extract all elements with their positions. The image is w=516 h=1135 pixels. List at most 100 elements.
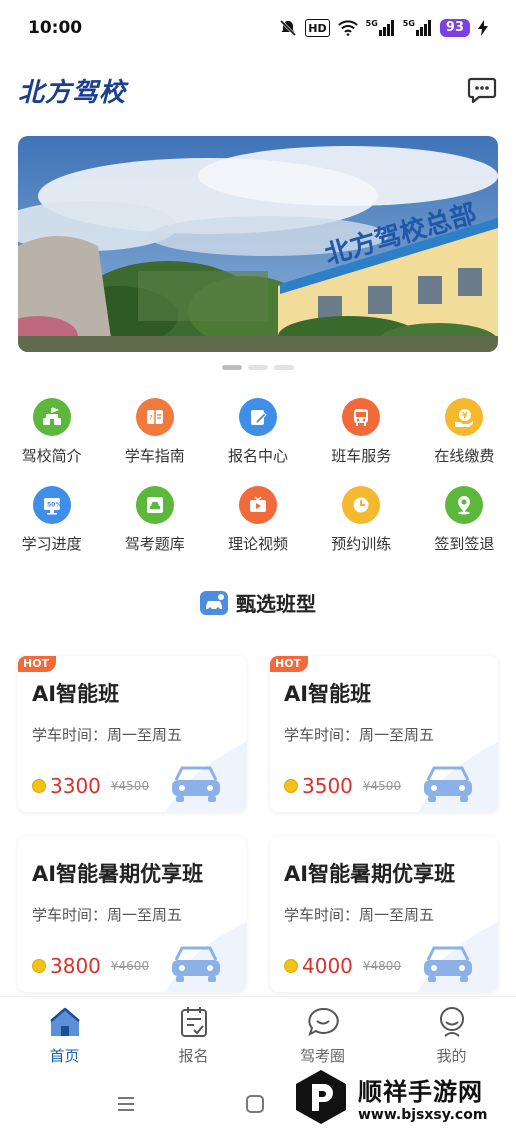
coin-icon (284, 779, 298, 793)
menu-item-book-training[interactable]: 预约训练 (310, 486, 413, 554)
menu-item-shuttle-service[interactable]: 班车服务 (310, 398, 413, 466)
chat-bubble-icon (467, 77, 497, 104)
hd-icon: HD (305, 19, 330, 37)
section-title: 甄选班型 (236, 592, 316, 616)
clipboard-icon (177, 1005, 211, 1039)
course-price: 4000 (302, 954, 353, 978)
svg-text:¥: ¥ (462, 411, 468, 420)
signal-icon-2: 5G (403, 19, 432, 37)
watermark-logo (296, 1070, 346, 1124)
menu-label: 理论视频 (227, 535, 288, 553)
home-nav-icon[interactable] (245, 1094, 265, 1114)
menu-item-signup-center[interactable]: 报名中心 (206, 398, 309, 466)
svg-text:50%: 50% (47, 502, 61, 509)
video-icon (238, 486, 277, 524)
car-icon (166, 922, 246, 992)
tab-label: 我的 (436, 1047, 467, 1065)
course-price: 3800 (50, 954, 101, 978)
car-icon (418, 922, 498, 992)
brand-title: 北方驾校 (18, 77, 127, 108)
profile-icon (435, 1005, 469, 1039)
question-bank-icon (135, 486, 174, 524)
battery-level: 93 (439, 19, 470, 37)
menu-label: 班车服务 (331, 447, 392, 465)
menu-item-online-payment[interactable]: ¥ 在线缴费 (413, 398, 516, 466)
svg-text:?: ? (149, 414, 153, 422)
guide-icon: ? (135, 398, 174, 436)
original-price: ¥4600 (110, 959, 150, 973)
original-price: ¥4800 (362, 959, 402, 973)
status-icons: HD 5G 5G 93 (279, 19, 488, 37)
tab-community[interactable]: 驾考圈 (258, 997, 387, 1068)
original-price: ¥4500 (110, 779, 150, 793)
course-title: AI智能暑期优享班 (284, 862, 456, 886)
payment-icon: ¥ (445, 398, 484, 436)
menu-label: 预约训练 (331, 535, 392, 553)
status-time: 10:00 (28, 18, 83, 38)
app-header: 北方驾校 (0, 66, 516, 114)
menu-item-theory-video[interactable]: 理论视频 (206, 486, 309, 554)
bus-icon (342, 398, 381, 436)
course-card[interactable]: HOT AI智能班 学车时间：周一至周五 3300 ¥4500 (18, 656, 246, 812)
original-price: ¥4500 (362, 779, 402, 793)
coin-icon (32, 959, 46, 973)
feature-grid: 驾校简介 ? 学车指南 报名中心 班车服务 ¥ 在线缴费 50% 学习进度 驾考… (0, 398, 516, 554)
menu-label: 在线缴费 (434, 447, 495, 465)
section-header: 甄选班型 (0, 588, 516, 617)
carousel-indicator (0, 365, 516, 370)
watermark-title: 顺祥手游网 (358, 1077, 483, 1106)
hot-badge: HOT (270, 656, 309, 672)
mute-icon (279, 19, 297, 37)
tab-profile[interactable]: 我的 (387, 997, 516, 1068)
menu-label: 驾考题库 (124, 535, 185, 553)
course-card[interactable]: AI智能暑期优享班 学车时间：周一至周五 4000 ¥4800 (270, 836, 498, 992)
carousel-dot[interactable] (222, 365, 242, 370)
course-card[interactable]: HOT AI智能班 学车时间：周一至周五 3500 ¥4500 (270, 656, 498, 812)
watermark-url: www.bjsxsy.com (358, 1106, 488, 1123)
tab-label: 驾考圈 (299, 1047, 345, 1065)
tab-signup[interactable]: 报名 (129, 997, 258, 1068)
chat-circle-icon (306, 1005, 340, 1039)
menu-nav-icon[interactable] (116, 1094, 136, 1114)
appointment-icon (342, 486, 381, 524)
price-row: 3800 ¥4600 (32, 954, 149, 978)
status-bar: 10:00 HD 5G 5G 93 (0, 0, 516, 56)
wifi-icon (337, 19, 358, 37)
course-title: AI智能班 (32, 682, 120, 706)
course-title: AI智能班 (284, 682, 372, 706)
home-icon (48, 1005, 82, 1039)
menu-item-exam-bank[interactable]: 驾考题库 (103, 486, 206, 554)
carousel-dot[interactable] (248, 365, 268, 370)
menu-item-learning-guide[interactable]: ? 学车指南 (103, 398, 206, 466)
coin-icon (32, 779, 46, 793)
hot-badge: HOT (18, 656, 57, 672)
price-row: 3300 ¥4500 (32, 774, 149, 798)
car-icon (166, 742, 246, 812)
car-badge-icon (200, 590, 228, 615)
bottom-tab-bar: 首页 报名 驾考圈 我的 (0, 996, 516, 1068)
menu-label: 学习进度 (21, 535, 82, 553)
message-button[interactable] (466, 74, 498, 106)
menu-item-study-progress[interactable]: 50% 学习进度 (0, 486, 103, 554)
carousel-dot[interactable] (274, 365, 294, 370)
menu-label: 签到签退 (434, 535, 495, 553)
course-card[interactable]: AI智能暑期优享班 学车时间：周一至周五 3800 ¥4600 (18, 836, 246, 992)
watermark: 顺祥手游网 www.bjsxsy.com (292, 1068, 487, 1126)
menu-label: 学车指南 (124, 447, 185, 465)
banner-carousel[interactable]: 北方驾校总部 (18, 136, 498, 352)
menu-item-check-in-out[interactable]: 签到签退 (413, 486, 516, 554)
school-icon (32, 398, 71, 436)
tab-label: 首页 (49, 1047, 80, 1065)
tab-home[interactable]: 首页 (0, 997, 129, 1068)
menu-item-school-intro[interactable]: 驾校简介 (0, 398, 103, 466)
tab-label: 报名 (178, 1047, 209, 1065)
menu-label: 报名中心 (227, 447, 288, 465)
progress-icon: 50% (32, 486, 71, 524)
banner-image: 北方驾校总部 (18, 136, 498, 352)
network-label-2: 5G (402, 19, 415, 28)
course-price: 3500 (302, 774, 353, 798)
coin-icon (284, 959, 298, 973)
charging-icon (478, 19, 488, 37)
price-row: 4000 ¥4800 (284, 954, 401, 978)
price-row: 3500 ¥4500 (284, 774, 401, 798)
